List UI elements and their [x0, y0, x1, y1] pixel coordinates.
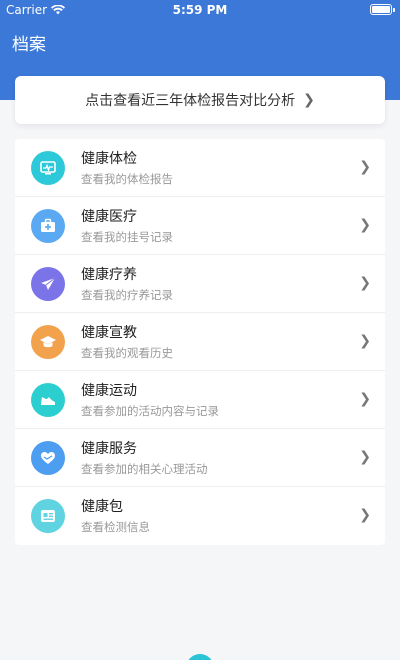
status-bar: Carrier 5:59 PM — [0, 0, 400, 20]
chevron-right-icon: ❯ — [359, 391, 371, 407]
monitor-icon — [31, 150, 65, 185]
menu-item-text: 健康体检查看我的体检报告 — [81, 150, 385, 186]
menu-item-text: 健康宣教查看我的观看历史 — [81, 324, 385, 360]
report-comparison-banner[interactable]: 点击查看近三年体检报告对比分析 ❯ — [15, 76, 385, 124]
menu-item-health-package[interactable]: 健康包 查看检测信息 ❯ — [15, 487, 385, 545]
health-menu-list: 健康体检 查看我的体检报告 ❯ 健康医疗 查看我的挂号记录 ❯ 健康疗养 查看我的疗养记录 ❯ 健… — [15, 139, 385, 545]
menu-item-text: 健康疗养查看我的疗养记录 — [81, 266, 385, 302]
menu-item-text: 健康医疗查看我的挂号记录 — [81, 208, 385, 244]
chevron-right-icon: ❯ — [359, 333, 371, 349]
menu-item-title: 健康服务 — [81, 440, 137, 457]
menu-item-title: 健康包 — [81, 499, 123, 515]
menu-item-health-checkup[interactable]: 健康体检 查看我的体检报告 ❯ — [15, 139, 385, 197]
status-time: 5:59 PM — [172, 3, 228, 17]
menu-item-text: 健康服务查看参加的相关心理活动 — [81, 440, 385, 476]
chevron-right-icon: ❯ — [359, 159, 371, 175]
menu-item-title: 健康运动 — [81, 382, 137, 399]
menu-item-title: 健康疗养 — [81, 266, 137, 283]
page-title: 档案 — [12, 35, 46, 55]
menu-item-subtitle: 查看参加的相关心理活动 — [81, 461, 208, 476]
chevron-right-icon: ❯ — [359, 217, 371, 233]
menu-item-title: 健康医疗 — [81, 208, 137, 225]
floating-button[interactable] — [186, 654, 214, 660]
menu-item-title: 健康宣教 — [81, 324, 137, 341]
chevron-right-icon: ❯ — [303, 92, 315, 108]
menu-item-text: 健康包 查看检测信息 — [81, 498, 385, 534]
chevron-right-icon: ❯ — [359, 449, 371, 465]
airplane-icon — [31, 266, 65, 301]
menu-item-health-medical[interactable]: 健康医疗 查看我的挂号记录 ❯ — [15, 197, 385, 255]
menu-item-subtitle: 查看我的体检报告 — [81, 171, 173, 186]
battery-icon — [370, 4, 395, 15]
menu-item-health-service[interactable]: 健康服务 查看参加的相关心理活动 ❯ — [15, 429, 385, 487]
menu-item-subtitle: 查看检测信息 — [81, 520, 150, 534]
chevron-right-icon: ❯ — [359, 275, 371, 291]
menu-item-title: 健康体检 — [81, 150, 137, 167]
banner-text: 点击查看近三年体检报告对比分析 — [85, 93, 296, 109]
menu-item-health-exercise[interactable]: 健康运动 查看参加的活动内容与记录 ❯ — [15, 371, 385, 429]
device-card-icon — [31, 499, 65, 533]
menu-item-text: 健康运动查看参加的活动内容与记录 — [81, 382, 385, 418]
menu-item-subtitle: 查看参加的活动内容与记录 — [81, 403, 219, 418]
menu-item-subtitle: 查看我的挂号记录 — [81, 229, 173, 244]
chevron-right-icon: ❯ — [359, 507, 371, 523]
menu-item-health-education[interactable]: 健康宣教 查看我的观看历史 ❯ — [15, 313, 385, 371]
sneaker-icon — [31, 382, 65, 417]
graduation-cap-icon — [31, 324, 65, 359]
menu-item-subtitle: 查看我的观看历史 — [81, 345, 173, 360]
menu-item-health-recuperation[interactable]: 健康疗养 查看我的疗养记录 ❯ — [15, 255, 385, 313]
heart-hands-icon — [31, 440, 65, 475]
menu-item-subtitle: 查看我的疗养记录 — [81, 287, 173, 302]
medical-kit-icon — [31, 208, 65, 243]
